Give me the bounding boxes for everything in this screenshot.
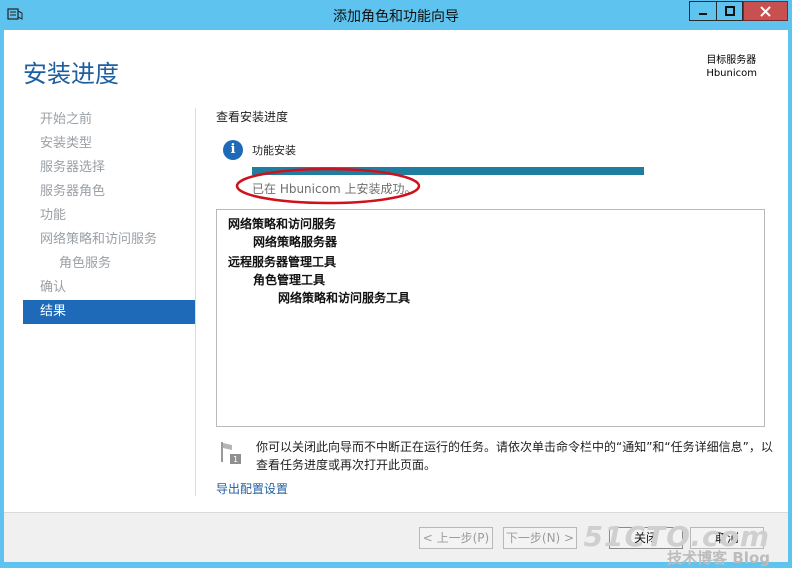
wizard-client-area: 安装进度 目标服务器 Hbunicom 开始之前 安装类型 服务器选择 服务器角… bbox=[4, 30, 788, 567]
wizard-nav: 开始之前 安装类型 服务器选择 服务器角色 功能 网络策略和访问服务 角色服务 … bbox=[23, 108, 195, 324]
destination-server: 目标服务器 Hbunicom bbox=[706, 54, 757, 80]
result-item: 网络策略和访问服务 bbox=[228, 217, 337, 231]
section-title: 查看安装进度 bbox=[216, 110, 289, 124]
next-button[interactable]: 下一步(N) > bbox=[503, 527, 577, 549]
nav-item-server-selection[interactable]: 服务器选择 bbox=[23, 156, 195, 180]
close-hint-text: 你可以关闭此向导而不中断正在运行的任务。请依次单击命令栏中的“通知”和“任务详细… bbox=[256, 440, 773, 472]
svg-text:1: 1 bbox=[233, 455, 238, 464]
result-item: 远程服务器管理工具 bbox=[228, 255, 337, 269]
close-icon bbox=[760, 5, 771, 17]
maximize-icon bbox=[724, 6, 735, 16]
nav-divider bbox=[195, 108, 196, 496]
result-item: 网络策略和访问服务工具 bbox=[278, 291, 411, 305]
title-bar[interactable]: 添加角色和功能向导 bbox=[0, 0, 792, 30]
nav-item-installation-type[interactable]: 安装类型 bbox=[23, 132, 195, 156]
results-list[interactable]: 网络策略和访问服务 网络策略服务器 远程服务器管理工具 角色管理工具 网络策略和… bbox=[216, 209, 765, 427]
flag-icon: 1 bbox=[221, 442, 241, 464]
watermark: 51CTO.com 技术博客 Blog bbox=[584, 520, 770, 568]
info-icon: i bbox=[223, 140, 243, 160]
previous-button[interactable]: < 上一步(P) bbox=[419, 527, 493, 549]
maximize-button[interactable] bbox=[716, 1, 743, 21]
minimize-button[interactable] bbox=[689, 1, 716, 21]
close-window-button[interactable] bbox=[743, 1, 788, 21]
result-item: 角色管理工具 bbox=[253, 273, 326, 287]
minimize-icon bbox=[699, 13, 707, 15]
nav-item-before-you-begin[interactable]: 开始之前 bbox=[23, 108, 195, 132]
nav-item-results[interactable]: 结果 bbox=[23, 300, 195, 324]
result-item: 网络策略服务器 bbox=[253, 235, 338, 249]
window-title: 添加角色和功能向导 bbox=[333, 9, 459, 25]
destination-server-label: 目标服务器 bbox=[706, 55, 757, 66]
nav-item-role-services[interactable]: 角色服务 bbox=[23, 252, 195, 276]
nav-item-npas[interactable]: 网络策略和访问服务 bbox=[23, 228, 195, 252]
feature-install-label: 功能安装 bbox=[252, 144, 296, 157]
nav-item-confirmation[interactable]: 确认 bbox=[23, 276, 195, 300]
destination-server-name: Hbunicom bbox=[706, 68, 757, 79]
export-config-link[interactable]: 导出配置设置 bbox=[216, 480, 288, 497]
nav-item-server-roles[interactable]: 服务器角色 bbox=[23, 180, 195, 204]
wizard-window: 添加角色和功能向导 安装进度 目标服务器 Hbunicom 开始之前 安装类型 … bbox=[0, 0, 792, 567]
page-title: 安装进度 bbox=[23, 60, 119, 88]
nav-item-features[interactable]: 功能 bbox=[23, 204, 195, 228]
red-annotation-ellipse bbox=[235, 167, 421, 205]
